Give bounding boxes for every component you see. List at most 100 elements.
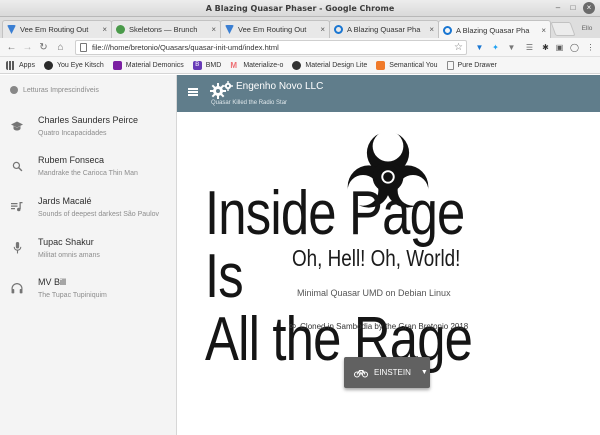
drawer-header-label: Letturas Imprescindíveis <box>23 86 99 94</box>
back-arrow-icon[interactable]: ← <box>5 41 18 54</box>
bookmark-pure-drawer[interactable]: Pure Drawer <box>446 60 497 70</box>
tab-close-icon[interactable]: × <box>211 25 216 34</box>
toolbar-title: Engenho Novo LLC <box>236 81 324 92</box>
mdl-icon <box>292 60 302 70</box>
drawer-item-label: Jards Macalé <box>38 196 92 206</box>
gears-icon <box>210 81 233 99</box>
tab-label: Vee Em Routing Out <box>238 25 307 34</box>
tab-skeletons[interactable]: Skeletons — Brunch × <box>111 20 221 38</box>
tab-label: A Blazing Quasar Pha <box>456 25 530 35</box>
drawer-header: Letturas Imprescindíveis <box>0 75 176 105</box>
filter-extension-icon[interactable]: ▼ <box>506 42 517 53</box>
einstein-dropdown-button[interactable]: EINSTEIN ▼ <box>344 357 430 388</box>
drawer-item-fonseca[interactable]: Rubem Fonseca Mandrake the Carioca Thin … <box>0 148 176 188</box>
bookmark-label: Pure Drawer <box>457 61 497 69</box>
bookmark-star-icon[interactable]: ☆ <box>454 42 463 53</box>
materialize-icon: M <box>230 60 237 70</box>
address-bar[interactable]: file:///home/bretonio/Quasars/quasar-ini… <box>75 40 467 55</box>
close-icon[interactable]: × <box>583 2 595 14</box>
bookmark-label: You Eye Kitsch <box>56 61 104 69</box>
page-title: Inside Page Is All the Rage <box>205 182 500 371</box>
drawer-item-macale[interactable]: Jards Macalé Sounds of deepest darkest S… <box>0 189 176 229</box>
tab-vee-em-routing-1[interactable]: Vee Em Routing Out × <box>2 20 112 38</box>
settings-extension-icon[interactable]: ✱ <box>540 42 551 53</box>
page-subtitle: Oh, Hell! Oh, World! <box>292 245 461 271</box>
tab-blazing-quasar-1[interactable]: A Blazing Quasar Pha × <box>329 20 439 38</box>
vee-favicon-icon <box>225 25 234 34</box>
app-toolbar: Engenho Novo LLC Quasar Killed the Radio… <box>177 75 600 112</box>
bicycle-icon <box>354 369 368 377</box>
bmd-icon: B <box>192 60 202 70</box>
window-title: A Blazing Quasar Phaser - Google Chrome <box>205 3 395 13</box>
bookmark-materialize[interactable]: M Materialize-o <box>230 61 283 70</box>
uikit-icon <box>43 60 53 70</box>
bookmark-material-demonics[interactable]: Material Demonics <box>112 60 184 70</box>
tab-close-icon[interactable]: × <box>541 26 546 35</box>
caret-down-icon: ▼ <box>420 369 428 376</box>
reload-icon[interactable]: ↻ <box>37 41 50 54</box>
einstein-button-label: EINSTEIN <box>374 368 411 377</box>
side-drawer: Letturas Imprescindíveis Charles Saunder… <box>0 75 177 435</box>
credit-text: Cloned in Sambodia by the Gran Bretonio … <box>300 322 469 331</box>
bookmark-label: Material Design Lite <box>305 61 368 69</box>
drawer-item-sub: Quatro Incapacidades <box>38 130 107 137</box>
menu-dots-icon[interactable]: ⋮ <box>585 42 596 53</box>
bookmark-label: Materialize-o <box>243 61 284 69</box>
layers-extension-icon[interactable]: ☰ <box>524 42 535 53</box>
page-content: Inside Page Is All the Rage Oh, Hell! Oh… <box>177 112 600 435</box>
bookmarks-bar: Apps You Eye Kitsch Material Demonics B … <box>0 57 600 74</box>
material-icon <box>112 60 122 70</box>
apps-grid-icon <box>6 60 15 70</box>
tab-blazing-quasar-active[interactable]: A Blazing Quasar Pha × <box>438 20 551 39</box>
drawer-item-mv-bill[interactable]: MV Bill The Tupac Tupiniquim <box>0 270 176 310</box>
quasar-favicon-icon <box>334 25 343 34</box>
skeleton-favicon-icon <box>116 25 125 34</box>
minimize-icon[interactable]: – <box>552 2 564 14</box>
tab-close-icon[interactable]: × <box>102 25 107 34</box>
drawer-item-sub: The Tupac Tupiniquim <box>38 292 107 299</box>
maximize-icon[interactable]: □ <box>567 2 579 14</box>
bookmark-mdl[interactable]: Material Design Lite <box>292 60 368 70</box>
menu-icon[interactable] <box>188 88 198 96</box>
drawer-item-label: Tupac Shakur <box>38 237 94 247</box>
twitter-extension-icon[interactable]: ✦ <box>490 42 501 53</box>
drawer-item-tupac[interactable]: Tupac Shakur Militat omnis amans <box>0 230 176 270</box>
toolbar-subtitle: Quasar Killed the Radio Star <box>211 100 288 106</box>
tab-label: A Blazing Quasar Pha <box>347 25 421 34</box>
bookmark-list-icon <box>10 86 18 94</box>
window-titlebar: A Blazing Quasar Phaser - Google Chrome … <box>0 0 600 17</box>
page-icon <box>80 43 87 52</box>
page-icon <box>446 60 454 70</box>
drawer-item-label: MV Bill <box>38 277 67 287</box>
bookmark-apps[interactable]: Apps <box>6 60 35 70</box>
drawer-item-peirce[interactable]: Charles Saunders Peirce Quatro Incapacid… <box>0 108 176 148</box>
page-credit: ∞ Cloned in Sambodia by the Gran Bretoni… <box>289 321 468 332</box>
drawer-item-label: Charles Saunders Peirce <box>38 115 139 125</box>
drawer-item-sub: Militat omnis amans <box>38 252 100 259</box>
forward-arrow-icon[interactable]: → <box>21 41 34 54</box>
new-tab-button[interactable] <box>550 22 576 36</box>
tab-close-icon[interactable]: × <box>320 25 325 34</box>
url-text: file:///home/bretonio/Quasars/quasar-ini… <box>92 43 279 52</box>
semantic-icon <box>376 60 386 70</box>
search-icon <box>11 160 23 172</box>
address-toolbar: ← → ↻ ⌂ file:///home/bretonio/Quasars/qu… <box>0 38 600 57</box>
vee-favicon-icon <box>7 25 16 34</box>
tab-vee-em-routing-2[interactable]: Vee Em Routing Out × <box>220 20 330 38</box>
bookmark-bmd[interactable]: B BMD <box>192 60 221 70</box>
profile-button[interactable]: Ello <box>576 21 598 35</box>
bookmark-semantical-you[interactable]: Semantical You <box>376 60 438 70</box>
shield-extension-icon[interactable]: ◯ <box>569 42 580 53</box>
vuejs-extension-icon[interactable]: ▼ <box>474 42 485 53</box>
page-caption: Minimal Quasar UMD on Debian Linux <box>297 288 451 298</box>
home-icon[interactable]: ⌂ <box>54 41 67 54</box>
bookmark-label: Apps <box>19 61 35 69</box>
tab-close-icon[interactable]: × <box>429 25 434 34</box>
tab-label: Vee Em Routing Out <box>20 25 89 34</box>
bookmark-you-eye-kitsch[interactable]: You Eye Kitsch <box>43 60 104 70</box>
drawer-item-sub: Sounds of deepest darkest São Paulov <box>38 211 160 218</box>
capture-extension-icon[interactable]: ▣ <box>554 42 565 53</box>
quasar-favicon-icon <box>443 25 452 35</box>
tab-strip: Vee Em Routing Out × Skeletons — Brunch … <box>0 17 600 39</box>
bookmark-label: Semantical You <box>389 61 438 69</box>
